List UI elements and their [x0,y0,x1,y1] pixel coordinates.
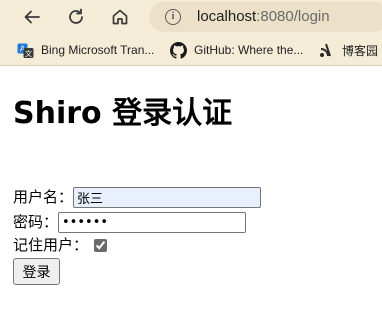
username-input[interactable] [73,186,262,208]
back-button[interactable] [19,4,45,30]
cnblogs-icon [320,43,331,57]
home-icon [112,9,128,25]
browser-toolbar: i localhost:8080/login [0,0,382,33]
bookmark-label: 博客园 [342,43,379,58]
password-input[interactable] [58,211,247,233]
bing-translator-icon: A 文 [17,43,34,58]
reload-button[interactable] [63,4,89,30]
username-label: 用户名： [13,188,74,206]
bookmarks-bar: A 文 Bing Microsoft Tran... GitHub: Where… [0,33,382,66]
home-button[interactable] [107,4,133,30]
password-label: 密码： [13,213,59,231]
url-text[interactable]: localhost:8080/login [197,8,330,25]
bookmark-bing-translator[interactable]: A 文 Bing Microsoft Tran... [17,40,154,60]
page-title: Shiro 登录认证 [13,96,233,131]
bookmark-label: GitHub: Where the... [194,43,304,57]
url-path: :8080/login [256,8,330,25]
remember-checkbox[interactable] [94,238,108,252]
back-arrow-icon [24,10,40,24]
reload-icon [69,8,83,24]
remember-row: 记住用户： [13,234,108,256]
svg-text:文: 文 [25,49,32,58]
bookmark-github[interactable]: GitHub: Where the... [170,40,303,60]
bookmark-cnblogs[interactable]: 博客园 [318,40,378,60]
address-bar[interactable]: i localhost:8080/login [149,2,382,32]
login-button[interactable]: 登录 [13,258,60,285]
username-row: 用户名： [13,186,262,208]
password-row: 密码： [13,211,247,233]
url-host: localhost [197,8,257,25]
site-info-icon[interactable]: i [165,9,181,25]
remember-label: 记住用户： [13,236,89,254]
github-icon [170,41,187,59]
bookmark-label: Bing Microsoft Tran... [41,43,155,57]
